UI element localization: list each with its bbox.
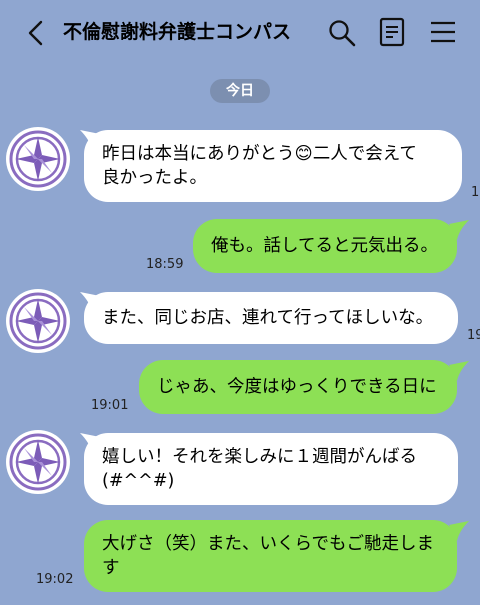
back-icon[interactable] (26, 20, 46, 46)
avatar[interactable] (6, 430, 70, 494)
search-icon[interactable] (328, 19, 356, 47)
notes-icon[interactable] (379, 17, 405, 47)
message-time: 19 (467, 328, 480, 343)
message-text: 俺も。話してると元気出る。 (211, 236, 438, 256)
bubble-tail (449, 521, 469, 541)
message-text: じゃあ、今度はゆっくりできる日に (157, 377, 437, 397)
bubble-tail (449, 361, 469, 381)
message-bubble-outgoing[interactable]: 大げさ（笑）また、いくらでもご馳走しま す (84, 520, 457, 592)
message-text: (#^^#) (102, 471, 175, 491)
message-text: す (102, 558, 120, 578)
message-text: 嬉しい！それを楽しみに１週間がんばる (102, 447, 417, 467)
message-text: また、同じお店、連れて行ってほしいな。 (102, 308, 434, 328)
menu-icon[interactable] (430, 20, 456, 44)
message-text: 良かったよ。 (102, 168, 207, 188)
avatar[interactable] (6, 127, 70, 191)
chat-title: 不倫慰謝料弁護士コンパス (63, 21, 292, 43)
message-bubble-incoming[interactable]: また、同じお店、連れて行ってほしいな。 (84, 292, 458, 344)
date-badge: 今日 (210, 79, 270, 103)
message-text: 大げさ（笑）また、いくらでもご馳走しま (102, 534, 434, 554)
chat-header: 不倫慰謝料弁護士コンパス (0, 0, 480, 66)
message-bubble-incoming[interactable]: 昨日は本当にありがとう😊二人で会えて 良かったよ。 (84, 130, 462, 202)
message-time: 19:02 (36, 572, 74, 587)
message-time: 18:59 (146, 257, 184, 272)
avatar[interactable] (6, 289, 70, 353)
message-bubble-incoming[interactable]: 嬉しい！それを楽しみに１週間がんばる (#^^#) (84, 433, 458, 505)
message-time: 18 (471, 185, 480, 200)
message-time: 19:01 (91, 398, 129, 413)
message-bubble-outgoing[interactable]: じゃあ、今度はゆっくりできる日に (139, 360, 457, 414)
bubble-tail (449, 220, 469, 240)
message-text: 昨日は本当にありがとう😊二人で会えて (102, 144, 417, 164)
message-bubble-outgoing[interactable]: 俺も。話してると元気出る。 (193, 219, 457, 273)
